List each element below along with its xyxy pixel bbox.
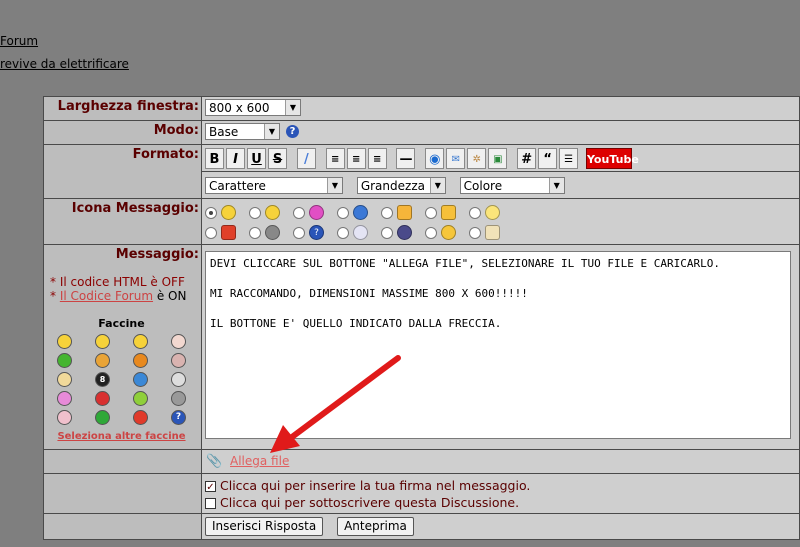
red-arrow-annotation: [270, 355, 401, 453]
